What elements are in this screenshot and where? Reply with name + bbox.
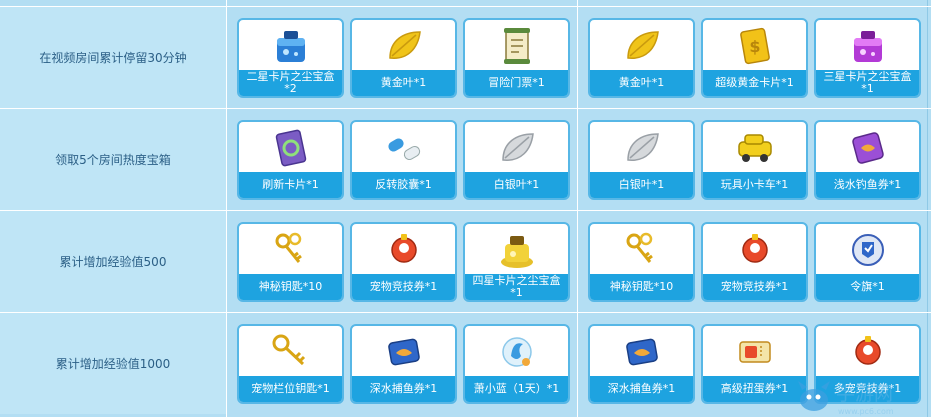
refresh-card-icon: [239, 125, 342, 171]
task-label: 领取5个房间热度宝箱: [0, 109, 227, 210]
reward-card[interactable]: 三星卡片之尘宝盒*1: [814, 18, 921, 98]
reward-card[interactable]: 令旗*1: [814, 222, 921, 302]
reward-name: 白银叶*1: [465, 172, 568, 198]
shallow-fishing-ticket-icon: [816, 125, 919, 171]
reward-card[interactable]: 宠物竞技券*1: [701, 222, 808, 302]
reward-card[interactable]: 玩具小卡车*1: [701, 120, 808, 200]
reward-name: 高级扭蛋券*1: [703, 376, 806, 402]
reward-card[interactable]: 神秘钥匙*10: [237, 222, 344, 302]
reward-card[interactable]: $ 超级黄金卡片*1: [701, 18, 808, 98]
task-label: 在视频房间累计停留30分钟: [0, 7, 227, 108]
gold-leaf-icon: [590, 23, 693, 69]
reward-card[interactable]: 神秘钥匙*10: [588, 222, 695, 302]
reward-card[interactable]: 宠物竞技券*1: [350, 222, 457, 302]
reward-name: 深水捕鱼券*1: [352, 376, 455, 402]
reward-card[interactable]: 浅水钓鱼券*1: [814, 120, 921, 200]
reward-name: 宠物竞技券*1: [352, 274, 455, 300]
reward-name: 超级黄金卡片*1: [703, 70, 806, 96]
silver-leaf-icon: [590, 125, 693, 171]
deep-fishing-ticket-icon: [590, 329, 693, 375]
reward-name: 神秘钥匙*10: [590, 274, 693, 300]
reward-name: 萧小蓝（1天）*1: [465, 376, 568, 402]
reward-card[interactable]: 白银叶*1: [463, 120, 570, 200]
reward-card[interactable]: 冒险门票*1: [463, 18, 570, 98]
svg-text:$: $: [749, 37, 760, 56]
reward-name: 冒险门票*1: [465, 70, 568, 96]
purple-dust-box-icon: [816, 23, 919, 69]
pet-arena-ticket-icon: [816, 329, 919, 375]
watermark-logo-icon: 手游网 www.pc6.com: [798, 381, 894, 416]
reward-name: 令旗*1: [816, 274, 919, 300]
reward-card[interactable]: 深水捕鱼券*1: [588, 324, 695, 404]
pet-arena-ticket-icon: [703, 227, 806, 273]
reward-name: 深水捕鱼券*1: [590, 376, 693, 402]
reward-name: 四星卡片之尘宝盒*1: [465, 274, 568, 300]
site-watermark: 手游网 www.pc6.com: [794, 372, 931, 417]
gold-leaf-icon: [352, 23, 455, 69]
blue-dust-box-icon: [239, 23, 342, 69]
pet-slot-key-icon: [239, 329, 342, 375]
toy-truck-icon: [703, 125, 806, 171]
reward-card[interactable]: 白银叶*1: [588, 120, 695, 200]
reward-name: 白银叶*1: [590, 172, 693, 198]
reward-card[interactable]: 萧小蓝（1天）*1: [463, 324, 570, 404]
gacha-ticket-icon: [703, 329, 806, 375]
reward-card[interactable]: 黄金叶*1: [588, 18, 695, 98]
reward-card[interactable]: 反转胶囊*1: [350, 120, 457, 200]
reward-name: 神秘钥匙*10: [239, 274, 342, 300]
task-row: 在视频房间累计停留30分钟 二星卡片之尘宝盒*2 黄金叶*1 冒险门票*1 黄金叶*1 $…: [0, 7, 931, 109]
blue-spirit-icon: [465, 329, 568, 375]
reward-card[interactable]: 宠物栏位钥匙*1: [237, 324, 344, 404]
watermark-text: 手游网: [836, 383, 893, 405]
reward-name: 宠物栏位钥匙*1: [239, 376, 342, 402]
adventure-ticket-icon: [465, 23, 568, 69]
mystery-key-icon: [239, 227, 342, 273]
reward-name: 三星卡片之尘宝盒*1: [816, 70, 919, 96]
gold-dust-box-icon: [465, 227, 568, 273]
reverse-capsule-icon: [352, 125, 455, 171]
command-flag-icon: [816, 227, 919, 273]
mystery-key-icon: [590, 227, 693, 273]
reward-card[interactable]: 刷新卡片*1: [237, 120, 344, 200]
reward-name: 浅水钓鱼券*1: [816, 172, 919, 198]
reward-name: 黄金叶*1: [352, 70, 455, 96]
silver-leaf-icon: [465, 125, 568, 171]
task-row: 累计增加经验值500 神秘钥匙*10 宠物竞技券*1 四星卡片之尘宝盒*1 神秘钥匙*1…: [0, 211, 931, 313]
task-row: 累计增加经验值1000 宠物栏位钥匙*1 深水捕鱼券*1 萧小蓝（1天）*1 深水捕鱼券…: [0, 313, 931, 415]
reward-name: 玩具小卡车*1: [703, 172, 806, 198]
reward-name: 宠物竞技券*1: [703, 274, 806, 300]
task-row: 领取5个房间热度宝箱 刷新卡片*1 反转胶囊*1 白银叶*1 白银叶*1 玩具小卡车*1 浅…: [0, 109, 931, 211]
reward-card[interactable]: 二星卡片之尘宝盒*2: [237, 18, 344, 98]
reward-card[interactable]: 高级扭蛋券*1: [701, 324, 808, 404]
deep-fishing-ticket-icon: [352, 329, 455, 375]
reward-name: 反转胶囊*1: [352, 172, 455, 198]
reward-name: 黄金叶*1: [590, 70, 693, 96]
pet-arena-ticket-icon: [352, 227, 455, 273]
reward-card[interactable]: 黄金叶*1: [350, 18, 457, 98]
task-label: 累计增加经验值500: [0, 211, 227, 312]
reward-name: 二星卡片之尘宝盒*2: [239, 70, 342, 96]
reward-card[interactable]: 四星卡片之尘宝盒*1: [463, 222, 570, 302]
reward-name: 刷新卡片*1: [239, 172, 342, 198]
task-label: 累计增加经验值1000: [0, 313, 227, 414]
reward-card[interactable]: 深水捕鱼券*1: [350, 324, 457, 404]
watermark-subtext: www.pc6.com: [838, 407, 894, 416]
reward-table: 在视频房间累计停留30分钟 二星卡片之尘宝盒*2 黄金叶*1 冒险门票*1 黄金叶*1 $…: [0, 0, 931, 417]
super-gold-card-icon: $: [703, 23, 806, 69]
